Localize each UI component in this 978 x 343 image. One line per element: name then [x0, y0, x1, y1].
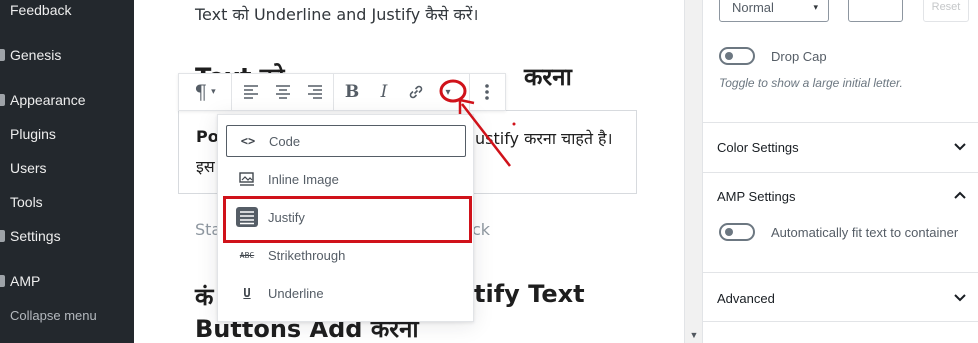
underline-icon: U — [243, 286, 251, 300]
menu-item-feedback[interactable]: Feedback — [0, 0, 134, 24]
menu-item-amp[interactable]: AMP — [0, 267, 134, 295]
inline-image-icon — [234, 169, 260, 189]
heading2-left[interactable]: कं — [195, 280, 213, 313]
collapse-menu-label: Collapse menu — [10, 307, 97, 323]
align-center-button[interactable] — [267, 74, 299, 110]
strikethrough-icon: ABC — [239, 250, 255, 260]
amp-fit-text-toggle[interactable] — [719, 223, 755, 241]
annotation-arrow — [439, 79, 516, 167]
panel-divider — [703, 321, 978, 343]
menu-item-label: Users — [10, 160, 47, 176]
format-menu-item-strikethrough[interactable]: ABC Strikethrough — [226, 239, 466, 271]
collapse-menu-button[interactable]: Collapse menu — [0, 301, 134, 329]
block-line1-left: Po — [196, 127, 219, 146]
menu-item-appearance[interactable]: Appearance — [0, 86, 134, 114]
custom-font-size-input[interactable] — [848, 0, 903, 22]
menu-item-label: Tools — [10, 194, 43, 210]
italic-button[interactable]: I — [368, 74, 400, 110]
bold-button[interactable]: B — [336, 74, 368, 110]
block-placeholder-right: ck — [472, 220, 491, 239]
advanced-section[interactable]: Advanced — [703, 272, 978, 322]
block-line2-left: इस — [196, 157, 215, 176]
drop-cap-toggle[interactable] — [719, 47, 755, 65]
amp-icon — [0, 275, 5, 287]
format-menu-item-label: Strikethrough — [268, 247, 346, 263]
align-left-button[interactable] — [235, 74, 267, 110]
format-menu-item-label: Inline Image — [268, 171, 339, 187]
amp-fit-text-label: Automatically fit text to container — [771, 225, 959, 240]
section-title: AMP Settings — [717, 189, 796, 204]
align-center-icon — [276, 85, 290, 99]
menu-item-label: Plugins — [10, 126, 56, 142]
section-title: Advanced — [717, 291, 775, 306]
menu-item-label: AMP — [10, 273, 41, 289]
format-menu-item-underline[interactable]: U Underline — [226, 277, 466, 309]
menu-item-users[interactable]: Users — [0, 154, 134, 182]
format-menu-item-label: Underline — [268, 285, 324, 301]
italic-icon: I — [380, 82, 388, 102]
chevron-down-icon: ▾ — [211, 87, 216, 97]
color-settings-section[interactable]: Color Settings — [703, 122, 978, 172]
align-right-icon — [308, 85, 322, 99]
menu-item-label: Settings — [10, 228, 61, 244]
chevron-down-icon: ▾ — [813, 1, 818, 12]
menu-item-plugins[interactable]: Plugins — [0, 120, 134, 148]
menu-item-label: Appearance — [10, 92, 86, 108]
paragraph-block-type-button[interactable]: ¶ ▾ — [181, 74, 229, 110]
chevron-up-icon — [954, 191, 966, 199]
bold-icon: B — [344, 82, 360, 102]
section-title: Color Settings — [717, 140, 799, 155]
menu-item-genesis[interactable]: Genesis — [0, 41, 134, 69]
menu-item-tools[interactable]: Tools — [0, 188, 134, 216]
menu-item-label: Genesis — [10, 47, 62, 63]
align-right-button[interactable] — [299, 74, 331, 110]
format-menu-item-label: Code — [269, 133, 301, 149]
paragraph-block-top[interactable]: Text को Underline and Justify कैसे करें। — [195, 3, 478, 25]
justify-highlight-box — [223, 196, 472, 243]
paragraph-icon: ¶ — [194, 80, 208, 104]
code-icon: <> — [240, 134, 256, 148]
drop-cap-label: Drop Cap — [771, 49, 827, 64]
link-icon — [409, 85, 423, 99]
link-button[interactable] — [400, 74, 432, 110]
scroll-down-icon[interactable]: ▼ — [685, 327, 703, 343]
genesis-icon — [0, 49, 5, 61]
menu-item-label: Feedback — [10, 2, 72, 18]
font-size-value: Normal — [732, 0, 774, 15]
chevron-down-icon — [954, 143, 966, 151]
editor-scrollbar[interactable]: ▼ — [684, 0, 702, 343]
amp-settings-section[interactable]: AMP Settings Automatically fit text to c… — [703, 172, 978, 272]
heading-block-right[interactable]: करना — [524, 60, 572, 93]
chevron-down-icon — [954, 294, 966, 302]
heading2-right[interactable]: tify Text — [474, 280, 585, 308]
menu-item-settings[interactable]: Settings — [0, 222, 134, 250]
align-left-icon — [244, 85, 258, 99]
settings-icon — [0, 230, 5, 242]
admin-sidebar: Feedback Genesis Appearance Plugins User… — [0, 0, 134, 343]
font-size-select[interactable]: Normal ▾ — [719, 0, 829, 22]
block-settings-panel: Normal ▾ Reset Drop Cap Toggle to show a… — [702, 0, 978, 343]
appearance-icon — [0, 94, 5, 106]
reset-button[interactable]: Reset — [923, 0, 969, 22]
drop-cap-help: Toggle to show a large initial letter. — [719, 76, 903, 90]
